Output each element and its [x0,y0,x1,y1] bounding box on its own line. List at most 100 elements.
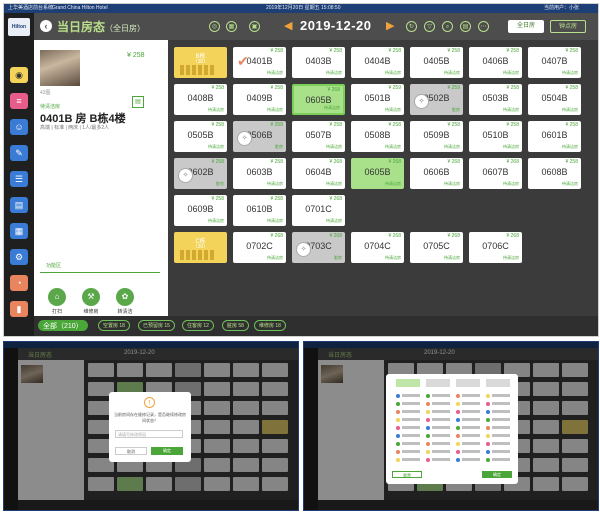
room-tile[interactable]: ¥ 258 0403B 待清洁房 [292,47,345,78]
room-tile[interactable]: ¥ 268 0702C 待清洁房 [233,232,286,263]
next-date-button[interactable]: ▶ [386,19,394,32]
room-tile[interactable]: ¥ 258 0503B 待清洁房 [469,84,522,115]
filter-option[interactable] [492,434,510,437]
filter-option[interactable] [402,418,420,421]
room-tile[interactable]: ¥ 258 0603B 待清洁房 [233,158,286,189]
nav-report-icon[interactable]: ◔ [10,275,28,291]
filter-option[interactable] [402,426,420,429]
submit-button[interactable]: 确定 [482,471,512,478]
grid-icon[interactable]: ▦ [226,21,237,32]
room-tile[interactable]: ¥ 258 0505B 待清洁房 [174,121,227,152]
filter-option[interactable] [432,450,450,453]
filter-option[interactable] [432,402,450,405]
filter-option[interactable] [402,458,420,461]
nav-edit-icon[interactable]: ✎ [10,145,28,161]
room-tile[interactable]: ¥ 268 0701C 待清洁房 [292,195,345,226]
filter-option[interactable] [432,442,450,445]
filter-option[interactable] [432,410,450,413]
room-tile[interactable]: ¥ 259 0502B 脏房 ✧ [410,84,463,115]
dirty-chip[interactable]: 脏房 58 [222,320,249,331]
filter-option[interactable] [402,434,420,437]
room-tile[interactable]: ¥ 268 0604B 待清洁房 [292,158,345,189]
room-tile[interactable]: ¥ 258 0504B 待清洁房 [528,84,581,115]
nav-board-icon[interactable]: ▦ [10,223,28,239]
filter-option[interactable] [432,434,450,437]
to-clean-button[interactable]: ✿ [116,288,134,306]
more-icon[interactable]: ⋯ [478,21,489,32]
room-tile[interactable]: ¥ 258 0610B 待清洁房 [233,195,286,226]
filter-tab-2[interactable] [426,379,450,387]
room-tile[interactable]: ¥ 258 0506B 脏房 ✧ [233,121,286,152]
room-tile[interactable]: ¥ 258 0609B 待清洁房 [174,195,227,226]
filter-option[interactable] [432,418,450,421]
room-tile[interactable]: ¥ 268 0706C 待清洁房 [469,232,522,263]
building-tile[interactable]: B栋 （30） [174,47,227,78]
filter-tab-4[interactable] [486,379,510,387]
room-tile[interactable]: ¥ 258 0405B 待清洁房 [410,47,463,78]
filter-option[interactable] [402,402,420,405]
filter-option[interactable] [432,394,450,397]
filter-option[interactable] [492,418,510,421]
room-tile[interactable]: ¥ 258 0408B 待清洁房 [174,84,227,115]
filter-option[interactable] [462,410,480,413]
room-tile[interactable]: ¥ 258 0608B 待清洁房 [528,158,581,189]
filter-option[interactable] [492,458,510,461]
repair-chip[interactable]: 维修房 18 [254,320,286,331]
cancel-button[interactable]: 取消 [115,447,147,455]
filter-option[interactable] [462,418,480,421]
room-tile[interactable]: ¥ 258 0407B 待清洁房 [528,47,581,78]
room-tile[interactable]: ¥ 258 0507B 待清洁房 [292,121,345,152]
room-tile[interactable]: ¥ 268 0704C 待清洁房 [351,232,404,263]
room-tile[interactable]: ¥ 268 0705C 待清洁房 [410,232,463,263]
room-tile[interactable]: ¥ 259 0501B 待清洁房 [351,84,404,115]
vacant-chip[interactable]: 空置房 18 [98,320,130,331]
filter-option[interactable] [402,410,420,413]
eye-icon[interactable]: ◎ [209,21,220,32]
filter-option[interactable] [462,442,480,445]
room-tile[interactable]: ¥ 268 0605B 待清洁房 [292,84,345,115]
total-count-chip[interactable]: 全部（210） [38,320,88,331]
filter-option[interactable] [492,426,510,429]
refresh-icon[interactable]: ↻ [406,21,417,32]
tab-hourly[interactable]: 钟点房 [550,20,586,33]
filter-option[interactable] [402,394,420,397]
room-tile[interactable]: ¥ 258 0404B 待清洁房 [351,47,404,78]
room-tile[interactable]: ¥ 258 0401B 待清洁房 ✔ [233,47,286,78]
occupied-chip[interactable]: 住客房 12 [182,320,214,331]
room-tile[interactable]: ¥ 268 0703C 脏房 ✧ [292,232,345,263]
filter-option[interactable] [492,450,510,453]
filter-option[interactable] [462,458,480,461]
filter-option[interactable] [462,434,480,437]
nav-list-icon[interactable]: ☰ [10,171,28,187]
filter-option[interactable] [402,442,420,445]
room-tile[interactable]: ¥ 268 0607B 待清洁房 [469,158,522,189]
filter-option[interactable] [492,394,510,397]
tab-functions[interactable]: 功能区 [46,262,61,269]
nav-booking-icon[interactable]: ≡ [10,93,28,109]
nav-settings-icon[interactable]: ⚙ [10,249,28,265]
filter-option[interactable] [432,426,450,429]
filter-option[interactable] [432,458,450,461]
room-tile[interactable]: ¥ 258 0409B 待清洁房 [233,84,286,115]
filter-option[interactable] [462,426,480,429]
repair-button[interactable]: ⚒ [82,288,100,306]
filter-tab-1[interactable] [396,379,420,387]
nav-doc-icon[interactable]: ▤ [10,197,28,213]
calendar-icon[interactable]: ▣ [249,21,260,32]
building-tile[interactable]: C栋 （30） [174,232,227,263]
print-icon[interactable]: ▤ [460,21,471,32]
room-tile[interactable]: ¥ 258 0508B 待清洁房 [351,121,404,152]
reserved-chip[interactable]: 已预留房 15 [138,320,175,331]
room-tile[interactable]: ¥ 258 0509B 待清洁房 [410,121,463,152]
filter-option[interactable] [492,410,510,413]
filter-option[interactable] [492,402,510,405]
room-tile[interactable]: ¥ 258 0406B 待清洁房 [469,47,522,78]
room-tile[interactable]: ¥ 258 0602B 脏房 ✧ [174,158,227,189]
filter-tab-3[interactable] [456,379,480,387]
back-button[interactable]: ‹ [40,20,52,32]
room-tile[interactable]: ¥ 258 0601B 待清洁房 [528,121,581,152]
reset-button[interactable]: 重置 [392,471,422,478]
filter-option[interactable] [462,402,480,405]
tab-all-day[interactable]: 全日房 [508,20,544,33]
filter-option[interactable] [462,394,480,397]
